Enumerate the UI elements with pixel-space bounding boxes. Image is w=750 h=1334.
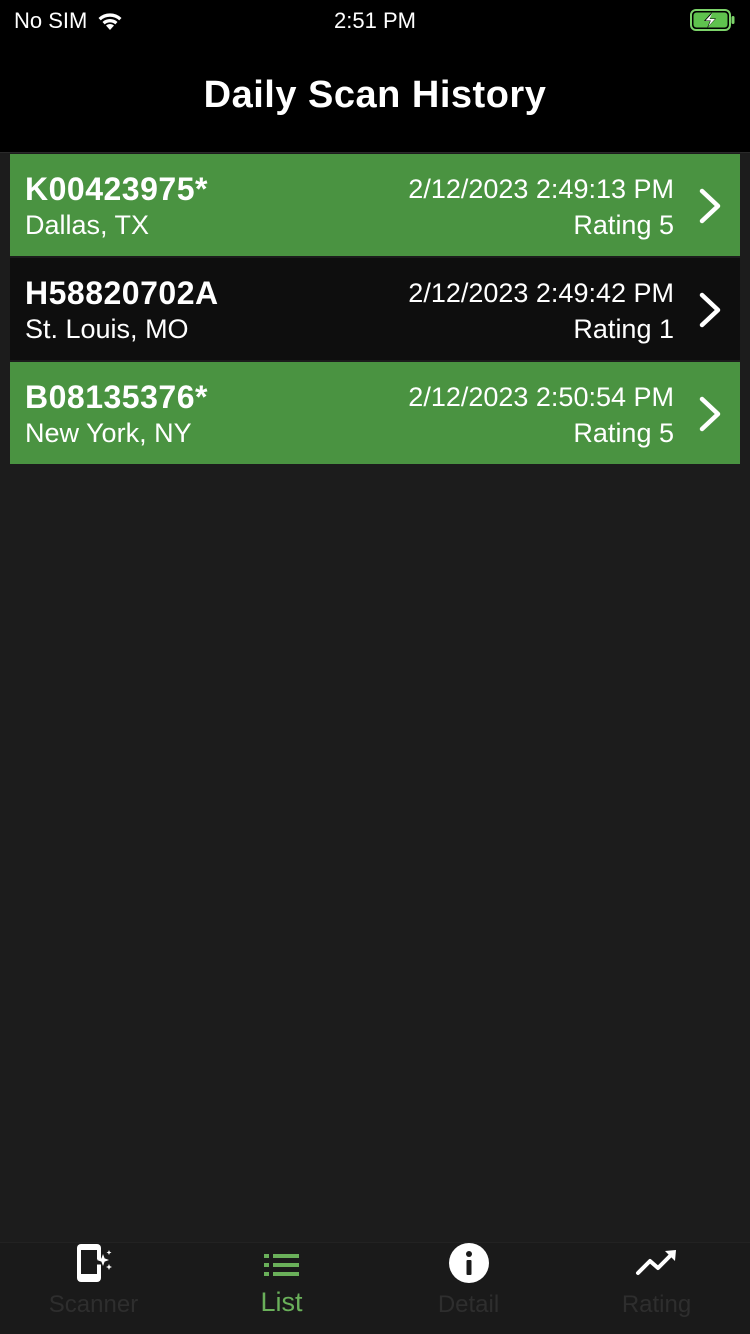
scan-id: H58820702A xyxy=(25,275,219,311)
tab-label: List xyxy=(260,1287,303,1317)
scan-timestamp: 2/12/2023 2:49:13 PM xyxy=(408,174,674,204)
tab-rating[interactable]: Rating xyxy=(563,1243,750,1334)
status-bar: No SIM 2:51 PM xyxy=(0,0,750,40)
scan-row-3[interactable]: B08135376* New York, NY 2/12/2023 2:50:5… xyxy=(10,362,740,464)
scan-rating: Rating 5 xyxy=(573,210,674,240)
scan-city: Dallas, TX xyxy=(25,210,150,240)
tab-list[interactable]: List xyxy=(188,1243,375,1334)
tab-label: Scanner xyxy=(48,1291,139,1318)
scan-history-list: K00423975* Dallas, TX 2/12/2023 2:49:13 … xyxy=(10,154,740,466)
tab-scanner[interactable]: Scanner xyxy=(0,1243,187,1334)
scan-rating: Rating 5 xyxy=(573,418,674,448)
chevron-right-icon xyxy=(699,396,721,432)
scan-row-2[interactable]: H58820702A St. Louis, MO 2/12/2023 2:49:… xyxy=(10,258,740,360)
scan-timestamp: 2/12/2023 2:50:54 PM xyxy=(408,382,674,412)
navigation-bar: Daily Scan History xyxy=(0,40,750,153)
scanner-icon xyxy=(76,1244,112,1282)
info-icon xyxy=(448,1243,489,1283)
scan-city: St. Louis, MO xyxy=(25,314,189,344)
scan-timestamp: 2/12/2023 2:49:42 PM xyxy=(408,278,674,308)
tab-bar: Scanner List Detail Rating xyxy=(0,1242,750,1334)
scan-row-1[interactable]: K00423975* Dallas, TX 2/12/2023 2:49:13 … xyxy=(10,154,740,256)
scan-id: B08135376* xyxy=(25,379,208,415)
tab-detail[interactable]: Detail xyxy=(375,1243,562,1334)
scan-id: K00423975* xyxy=(25,171,208,207)
battery-charging-icon xyxy=(690,9,736,37)
tab-label: Detail xyxy=(437,1291,500,1318)
scan-rating: Rating 1 xyxy=(573,314,674,344)
screen: No SIM 2:51 PM Daily Scan History K00423… xyxy=(0,0,750,1334)
status-time: 2:51 PM xyxy=(334,8,416,33)
list-icon xyxy=(263,1254,299,1276)
trending-up-icon xyxy=(635,1250,676,1275)
chevron-right-icon xyxy=(699,292,721,328)
scan-city: New York, NY xyxy=(25,418,192,448)
chevron-right-icon xyxy=(699,188,721,224)
page-title: Daily Scan History xyxy=(203,74,547,116)
tab-label: Rating xyxy=(621,1291,692,1318)
